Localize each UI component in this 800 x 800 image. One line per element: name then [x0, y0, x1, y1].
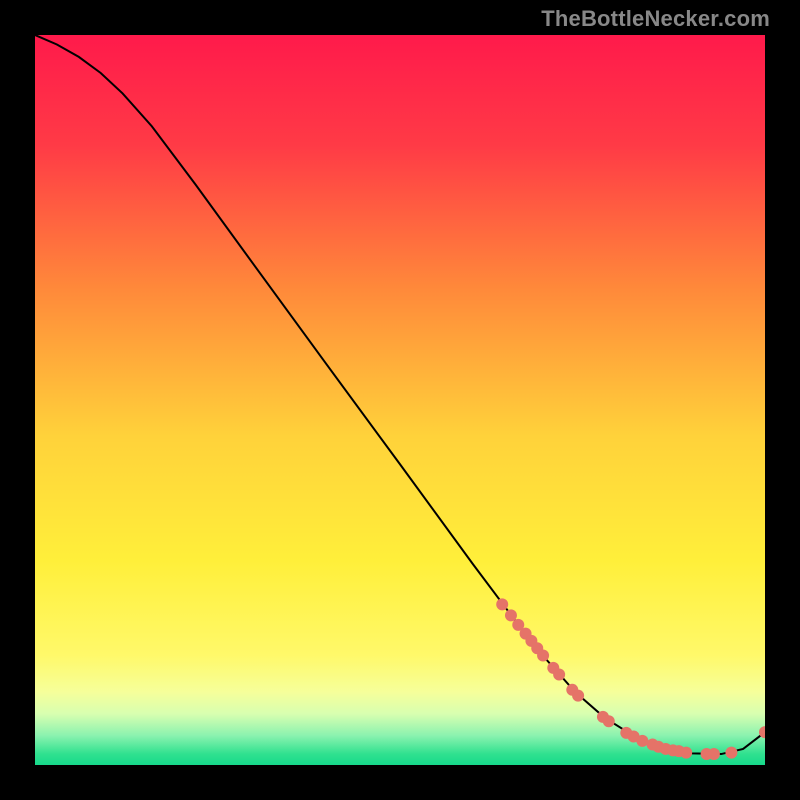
scatter-point	[553, 668, 565, 680]
chart-svg	[35, 35, 765, 765]
plot-area	[35, 35, 765, 765]
scatter-point	[572, 690, 584, 702]
watermark-label: TheBottleNecker.com	[541, 6, 770, 32]
scatter-point	[636, 735, 648, 747]
scatter-point	[603, 715, 615, 727]
scatter-point	[537, 650, 549, 662]
scatter-point	[725, 747, 737, 759]
chart-stage: TheBottleNecker.com	[0, 0, 800, 800]
scatter-point	[680, 747, 692, 759]
scatter-point	[505, 609, 517, 621]
scatter-point	[708, 748, 720, 760]
scatter-point	[496, 598, 508, 610]
gradient-background	[35, 35, 765, 765]
